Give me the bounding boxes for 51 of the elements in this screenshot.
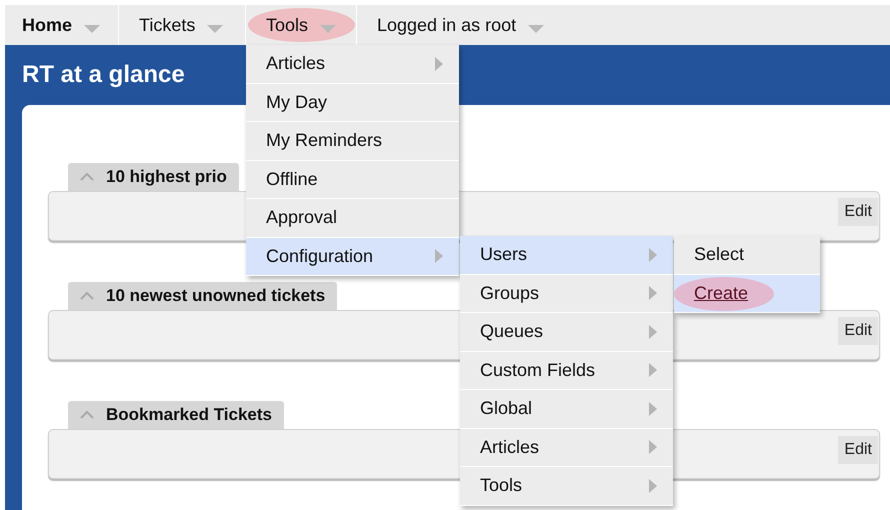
menu-item-label: Tools: [480, 474, 522, 498]
menu-item-label: Offline: [266, 168, 318, 191]
menu-item[interactable]: Custom Fields: [460, 352, 673, 390]
menu-item-label: Users: [480, 243, 528, 266]
collapse-icon: [80, 173, 94, 181]
menu-item[interactable]: My Day: [246, 84, 459, 122]
menu-item[interactable]: Articles: [246, 45, 459, 84]
menu-item-label: Queues: [480, 320, 544, 344]
portlet-title: Bookmarked Tickets: [106, 404, 272, 426]
menu-item[interactable]: Offline: [246, 160, 459, 199]
caret-icon: [84, 25, 100, 33]
menu-item[interactable]: Create: [674, 274, 820, 313]
nav-item[interactable]: Logged in as root: [377, 12, 516, 38]
portlet-tab[interactable]: 10 newest unowned tickets: [68, 282, 338, 310]
menu-item-label: Configuration: [266, 244, 374, 268]
nav-item[interactable]: Home: [22, 12, 72, 38]
menu-item[interactable]: Configuration: [246, 238, 459, 276]
menu-item[interactable]: Queues: [460, 313, 673, 352]
menu-item[interactable]: My Reminders: [246, 122, 459, 160]
menu-item[interactable]: Users: [460, 236, 673, 274]
caret-icon: [320, 25, 336, 33]
collapse-icon: [80, 411, 94, 419]
menu-item-label: My Day: [266, 90, 328, 114]
menu-item-label: Custom Fields: [480, 358, 596, 382]
portlet-tab[interactable]: 10 highest prio: [68, 163, 239, 191]
menu-item-label: Create: [694, 282, 748, 305]
menu-item-label: Global: [480, 397, 532, 420]
edit-button[interactable]: Edit: [838, 317, 878, 345]
menu-item[interactable]: Tools: [460, 467, 673, 506]
portlet-tab[interactable]: Bookmarked Tickets: [68, 401, 284, 429]
collapse-icon: [80, 292, 94, 300]
edit-button[interactable]: Edit: [838, 198, 878, 226]
nav-item[interactable]: Tickets: [139, 12, 196, 38]
menu-item-label: Groups: [480, 282, 540, 305]
menu-item-label: Select: [694, 243, 744, 266]
portlet-title: 10 highest prio: [106, 166, 227, 188]
menu-item[interactable]: Global: [460, 390, 673, 428]
menu-item-label: Approval: [266, 206, 338, 230]
menu-item-label: Articles: [266, 52, 326, 76]
edit-button[interactable]: Edit: [838, 436, 878, 464]
menu-item[interactable]: Select: [674, 236, 820, 274]
menu-item[interactable]: Groups: [460, 274, 673, 313]
caret-icon: [207, 25, 224, 33]
portlet-title: 10 newest unowned tickets: [106, 285, 326, 308]
menu-item-label: Articles: [480, 436, 540, 459]
caret-icon: [528, 25, 544, 33]
page-title: RT at a glance: [22, 60, 185, 90]
menu-item[interactable]: Approval: [246, 199, 459, 238]
menu-item[interactable]: Articles: [460, 428, 673, 467]
nav-item[interactable]: Tools: [266, 12, 308, 38]
menu-item-label: My Reminders: [266, 129, 382, 152]
